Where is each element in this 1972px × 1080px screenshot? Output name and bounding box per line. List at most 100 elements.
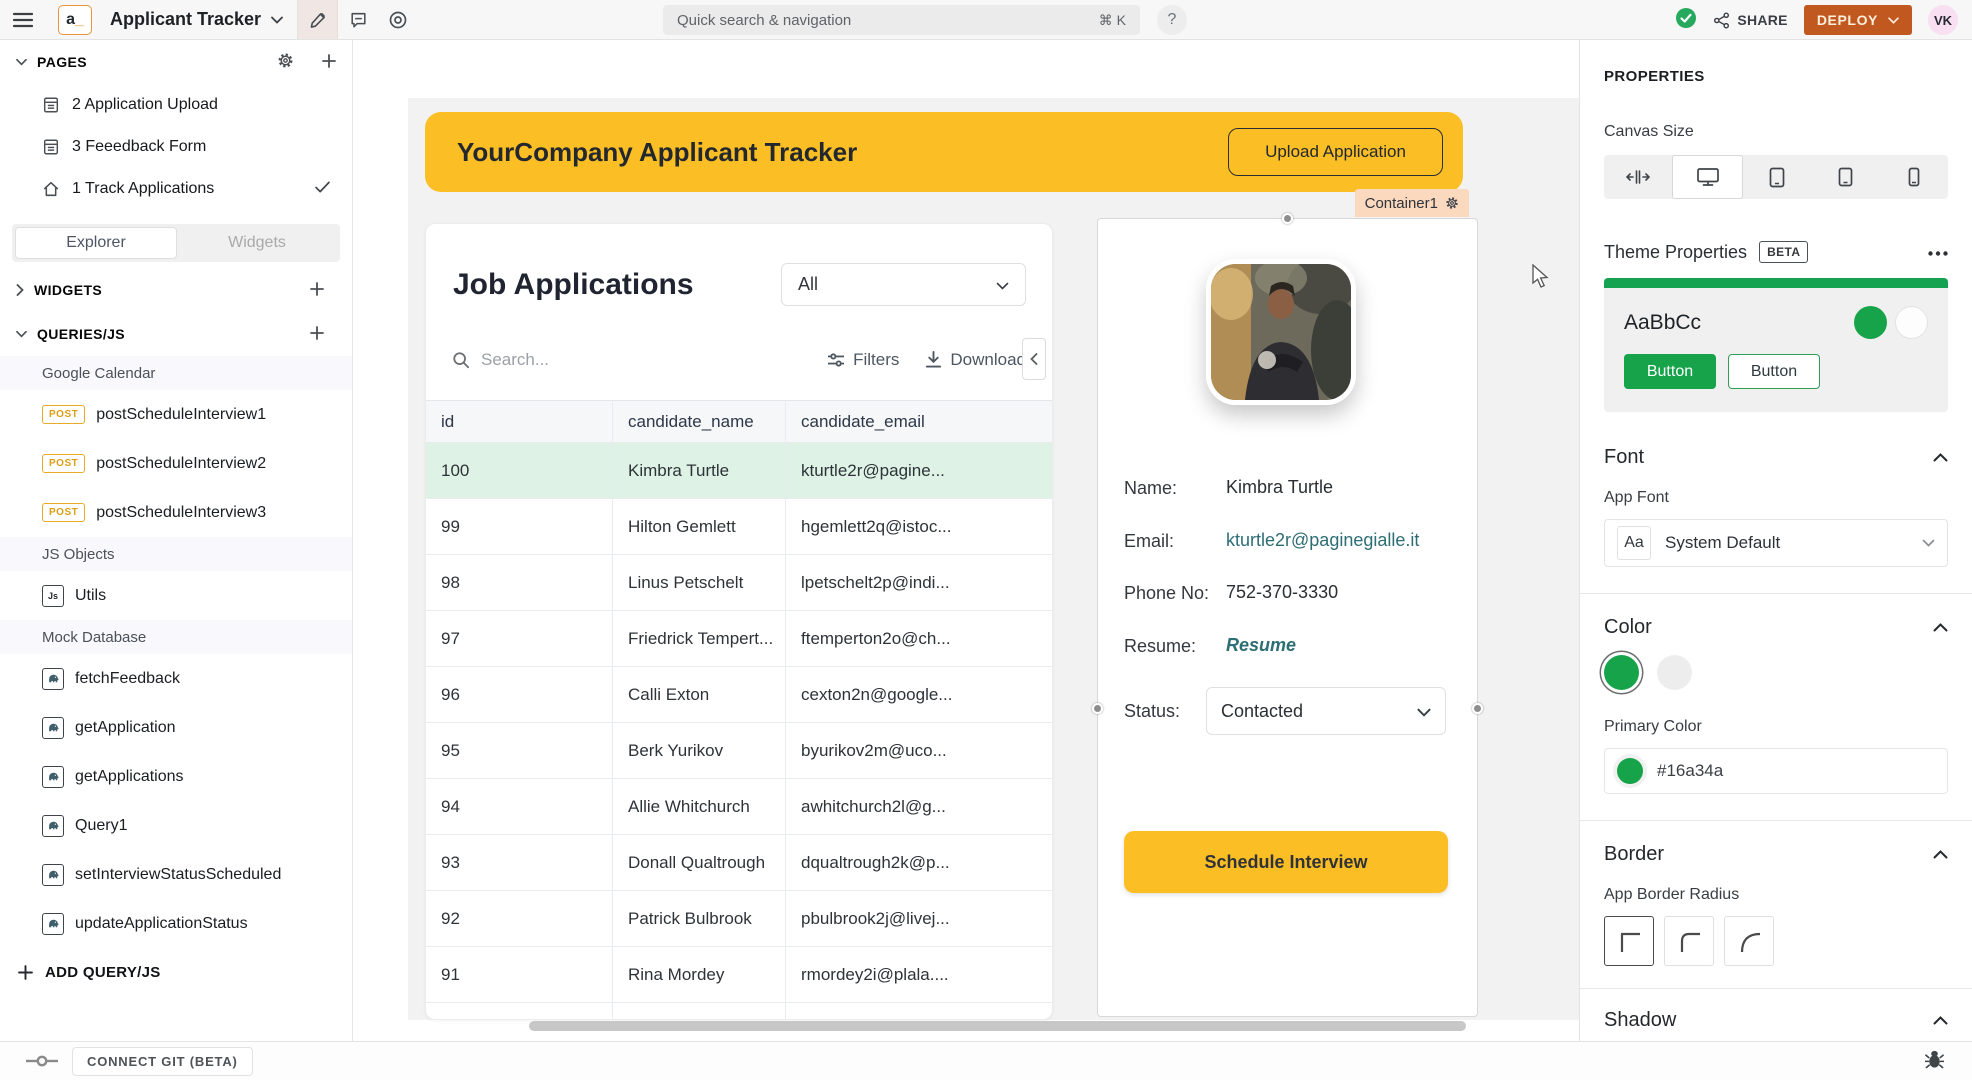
- primary-color-swatch[interactable]: [1604, 655, 1639, 690]
- table-row[interactable]: 97 Friedrick Tempert... ftemperton2o@ch.…: [426, 611, 1052, 667]
- add-page-plus-icon[interactable]: [322, 54, 336, 71]
- table-row[interactable]: 91 Rina Mordey rmordey2i@plala....: [426, 947, 1052, 1003]
- quick-search-bar[interactable]: Quick search & navigation ⌘ K: [663, 5, 1140, 35]
- table-row[interactable]: 98 Linus Petschelt lpetschelt2p@indi...: [426, 555, 1052, 611]
- sidebar-page-feedback-form[interactable]: 3 Feeedback Form: [0, 126, 352, 168]
- cell-id[interactable]: 96: [426, 667, 613, 723]
- status-select[interactable]: Contacted: [1206, 687, 1446, 735]
- table-row[interactable]: 96 Calli Exton cexton2n@google...: [426, 667, 1052, 723]
- add-query-js-button[interactable]: ADD QUERY/JS: [0, 948, 352, 996]
- canvas-size-tablet-icon[interactable]: [1811, 155, 1879, 199]
- cell-email[interactable]: cexton2n@google...: [786, 667, 1052, 723]
- cell-email[interactable]: ftemperton2o@ch...: [786, 611, 1052, 667]
- table-search[interactable]: [452, 350, 801, 370]
- table-row[interactable]: 92 Patrick Bulbrook pbulbrook2j@livej...: [426, 891, 1052, 947]
- query-item-fetchfeedback[interactable]: fetchFeedback: [0, 654, 352, 703]
- cell-id[interactable]: 97: [426, 611, 613, 667]
- canvas-size-mobile-icon[interactable]: [1880, 155, 1948, 199]
- color-section-header[interactable]: Color: [1604, 616, 1948, 639]
- query-item-query1[interactable]: Query1: [0, 801, 352, 850]
- secondary-color-swatch[interactable]: [1657, 655, 1692, 690]
- cell-name[interactable]: Kimbra Turtle: [613, 443, 786, 499]
- canvas-size-desktop-icon[interactable]: [1672, 155, 1742, 199]
- radius-option-large-rounded[interactable]: [1724, 916, 1774, 966]
- table-row[interactable]: 95 Berk Yurikov byurikov2m@uco...: [426, 723, 1052, 779]
- connect-git-button[interactable]: CONNECT GIT (BETA): [72, 1047, 253, 1076]
- cell-name[interactable]: Linus Petschelt: [613, 555, 786, 611]
- hamburger-menu-icon[interactable]: [0, 0, 46, 39]
- cell-id[interactable]: 90: [426, 1003, 613, 1020]
- cell-name[interactable]: Donall Qualtrough: [613, 835, 786, 891]
- cell-name[interactable]: Jany Mullins: [613, 1003, 786, 1020]
- js-object-utils[interactable]: Js Utils: [0, 571, 352, 620]
- cell-id[interactable]: 92: [426, 891, 613, 947]
- status-filter-select[interactable]: All: [781, 263, 1026, 306]
- app-title[interactable]: Applicant Tracker: [110, 9, 261, 30]
- query-item-setinterviewstatusscheduled[interactable]: setInterviewStatusScheduled: [0, 850, 352, 899]
- cell-id[interactable]: 95: [426, 723, 613, 779]
- queries-section-header[interactable]: QUERIES/JS: [0, 312, 352, 356]
- cell-name[interactable]: Rina Mordey: [613, 947, 786, 1003]
- sidebar-page-application-upload[interactable]: 2 Application Upload: [0, 84, 352, 126]
- tab-explorer[interactable]: Explorer: [15, 227, 177, 259]
- candidate-photo[interactable]: [1206, 259, 1356, 405]
- cell-name[interactable]: Patrick Bulbrook: [613, 891, 786, 947]
- deploy-button[interactable]: DEPLOY: [1804, 5, 1912, 35]
- pages-settings-gear-icon[interactable]: [277, 52, 294, 72]
- cell-email[interactable]: pbulbrook2j@livej...: [786, 891, 1052, 947]
- cell-name[interactable]: Berk Yurikov: [613, 723, 786, 779]
- canvas-size-tablet-large-icon[interactable]: [1743, 155, 1811, 199]
- cell-id[interactable]: 99: [426, 499, 613, 555]
- share-button[interactable]: SHARE: [1713, 12, 1788, 29]
- comments-icon[interactable]: [338, 0, 378, 39]
- query-item-postscheduleinterview1[interactable]: POST postScheduleInterview1: [0, 390, 352, 439]
- border-section-header[interactable]: Border: [1604, 843, 1948, 866]
- cell-id[interactable]: 93: [426, 835, 613, 891]
- table-search-input[interactable]: [481, 350, 701, 370]
- table-row-selected[interactable]: 100 Kimbra Turtle kturtle2r@pagine...: [426, 443, 1052, 499]
- job-applications-table-widget[interactable]: Job Applications All Filters Download: [425, 223, 1053, 1020]
- add-query-plus-icon[interactable]: [310, 326, 324, 343]
- cell-email[interactable]: awhitchurch2l@g...: [786, 779, 1052, 835]
- radius-option-sharp[interactable]: [1604, 916, 1654, 966]
- user-avatar[interactable]: VK: [1928, 5, 1958, 35]
- cell-name[interactable]: Hilton Gemlett: [613, 499, 786, 555]
- cell-id[interactable]: 98: [426, 555, 613, 611]
- table-row[interactable]: 93 Donall Qualtrough dqualtrough2k@p...: [426, 835, 1052, 891]
- query-item-postscheduleinterview3[interactable]: POST postScheduleInterview3: [0, 488, 352, 537]
- horizontal-scrollbar[interactable]: [529, 1021, 1466, 1031]
- table-download-button[interactable]: Download: [925, 350, 1026, 370]
- column-header-id[interactable]: id: [426, 400, 613, 443]
- sidebar-page-track-applications[interactable]: 1 Track Applications: [0, 168, 352, 210]
- cell-email[interactable]: kturtle2r@pagine...: [786, 443, 1052, 499]
- cell-name[interactable]: Calli Exton: [613, 667, 786, 723]
- primary-color-input[interactable]: #16a34a: [1604, 748, 1948, 794]
- table-row[interactable]: 99 Hilton Gemlett hgemlett2q@istoc...: [426, 499, 1052, 555]
- query-item-getapplications[interactable]: getApplications: [0, 752, 352, 801]
- upload-application-button[interactable]: Upload Application: [1228, 128, 1443, 176]
- cell-email[interactable]: hgemlett2q@istoc...: [786, 499, 1052, 555]
- app-header-banner-widget[interactable]: YourCompany Applicant Tracker Upload App…: [425, 112, 1463, 192]
- container1-widget[interactable]: Container1: [1097, 218, 1478, 1017]
- resume-link[interactable]: Resume: [1226, 635, 1296, 658]
- cell-email[interactable]: dqualtrough2k@p...: [786, 835, 1052, 891]
- column-header-candidate-email[interactable]: candidate_email: [786, 400, 1052, 443]
- table-filters-button[interactable]: Filters: [827, 350, 899, 370]
- canvas-size-fluid-icon[interactable]: [1604, 155, 1672, 199]
- collapse-columns-button[interactable]: [1022, 338, 1046, 380]
- cell-id[interactable]: 94: [426, 779, 613, 835]
- cell-name[interactable]: Allie Whitchurch: [613, 779, 786, 835]
- app-font-select[interactable]: Aa System Default: [1604, 519, 1948, 567]
- table-row[interactable]: 90 Jany Mullins jmullins2h@shutt...: [426, 1003, 1052, 1020]
- schedule-interview-button[interactable]: Schedule Interview: [1124, 831, 1448, 893]
- datasource-group-google-calendar[interactable]: Google Calendar: [0, 356, 352, 390]
- shadow-section-header[interactable]: Shadow: [1604, 1009, 1948, 1032]
- query-item-updateapplicationstatus[interactable]: updateApplicationStatus: [0, 899, 352, 948]
- cell-email[interactable]: lpetschelt2p@indi...: [786, 555, 1052, 611]
- cell-name[interactable]: Friedrick Tempert...: [613, 611, 786, 667]
- selected-widget-name-tag[interactable]: Container1: [1355, 189, 1469, 217]
- resize-handle-left[interactable]: [1092, 703, 1103, 714]
- app-logo[interactable]: a_: [58, 5, 92, 35]
- cell-email[interactable]: jmullins2h@shutt...: [786, 1003, 1052, 1020]
- cell-id[interactable]: 91: [426, 947, 613, 1003]
